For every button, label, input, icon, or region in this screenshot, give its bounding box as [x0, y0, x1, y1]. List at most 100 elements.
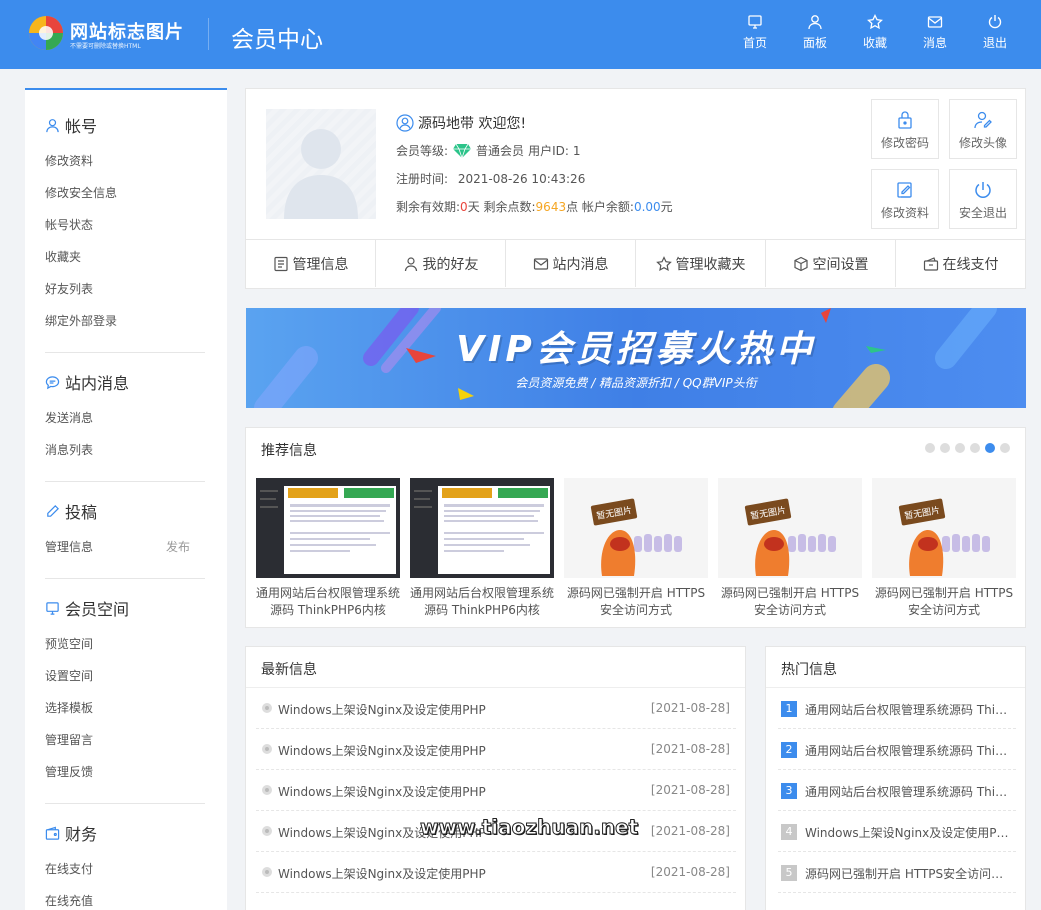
- tab-label: 管理信息: [292, 256, 349, 273]
- recommend-caption[interactable]: 通用网站后台权限管理系统源码 ThinkPHP6内核: [256, 585, 400, 619]
- nav-logout-label: 退出: [982, 36, 1007, 50]
- no-image-thumbnail[interactable]: 暂无图片: [564, 478, 708, 578]
- tab-label: 站内消息: [552, 256, 609, 273]
- sidebar-item-send-message[interactable]: 发送消息: [45, 409, 93, 426]
- sidebar-item-online-pay[interactable]: 在线支付: [45, 860, 93, 877]
- nav-messages-label: 消息: [922, 36, 947, 50]
- recommend-item[interactable]: 暂无图片 源码网已强制开启 HTTPS安全访问方式: [718, 478, 862, 619]
- hot-row-title[interactable]: Windows上架设Nginx及设定使用PHP: [805, 824, 1011, 841]
- latest-row[interactable]: Windows上架设Nginx及设定使用PHP [2021-08-28]: [256, 729, 736, 770]
- latest-row[interactable]: Windows上架设Nginx及设定使用PHP [2021-08-28]: [256, 688, 736, 729]
- no-image-thumbnail[interactable]: 暂无图片: [872, 478, 1016, 578]
- uid-label: 用户ID:: [528, 144, 569, 158]
- rank-badge: 1: [781, 701, 797, 717]
- sidebar-item-security-info[interactable]: 修改安全信息: [45, 184, 117, 201]
- sidebar-heading-space: 会员空间: [45, 597, 205, 619]
- sidebar-publish-link[interactable]: 发布: [166, 538, 190, 555]
- nav-messages[interactable]: 消息: [910, 14, 960, 51]
- register-time: 2021-08-26 10:43:26: [457, 172, 586, 186]
- sidebar-item-manage-comments[interactable]: 管理留言: [45, 731, 93, 748]
- recommend-item[interactable]: 通用网站后台权限管理系统源码 ThinkPHP6内核: [256, 478, 400, 619]
- hot-row-title[interactable]: 通用网站后台权限管理系统源码 ThinkPHP6内核: [805, 783, 1011, 800]
- nav-panel[interactable]: 面板: [790, 14, 840, 51]
- carousel-dot[interactable]: [925, 443, 935, 453]
- power-icon: [975, 182, 991, 198]
- latest-row-title[interactable]: Windows上架设Nginx及设定使用PHP: [278, 783, 486, 800]
- site-logo-icon[interactable]: [28, 15, 64, 51]
- sidebar-item-account-status[interactable]: 帐号状态: [45, 216, 93, 233]
- hot-row[interactable]: 5 源码网已强制开启 HTTPS安全访问方式: [778, 852, 1016, 893]
- sidebar-item-manage-info[interactable]: 管理信息: [45, 538, 93, 555]
- nav-home[interactable]: 首页: [730, 14, 780, 51]
- sidebar-divider: [45, 481, 205, 482]
- recommend-caption[interactable]: 源码网已强制开启 HTTPS安全访问方式: [718, 585, 862, 619]
- sidebar-item-preview-space[interactable]: 预览空间: [45, 635, 93, 652]
- hot-row[interactable]: 2 通用网站后台权限管理系统源码 ThinkPHP6内核: [778, 729, 1016, 770]
- carousel-dot[interactable]: [955, 443, 965, 453]
- tab-manage-info[interactable]: 管理信息: [246, 240, 376, 287]
- hot-row-title[interactable]: 通用网站后台权限管理系统源码 ThinkPHP6内核: [805, 742, 1011, 759]
- tab-manage-favorites[interactable]: 管理收藏夹: [636, 240, 766, 287]
- sidebar-item-recharge[interactable]: 在线充值: [45, 892, 93, 909]
- sidebar-item-set-space[interactable]: 设置空间: [45, 667, 93, 684]
- sidebar-item-favorites[interactable]: 收藏夹: [45, 248, 81, 265]
- recommend-caption[interactable]: 源码网已强制开启 HTTPS安全访问方式: [872, 585, 1016, 619]
- latest-row[interactable]: Windows上架设Nginx及设定使用PHP [2021-08-28]: [256, 852, 736, 893]
- tab-label: 在线支付: [942, 256, 999, 273]
- recommend-caption[interactable]: 通用网站后台权限管理系统源码 ThinkPHP6内核: [410, 585, 554, 619]
- recommend-item[interactable]: 暂无图片 源码网已强制开启 HTTPS安全访问方式: [872, 478, 1016, 619]
- edit-profile-button[interactable]: 修改资料: [871, 169, 939, 229]
- avatar[interactable]: [266, 109, 376, 219]
- sidebar-group-messages: 站内消息: [45, 371, 205, 393]
- latest-row-title[interactable]: Windows上架设Nginx及设定使用PHP: [278, 701, 486, 718]
- pen-icon: [47, 504, 59, 517]
- hot-row[interactable]: 1 通用网站后台权限管理系统源码 ThinkPHP6内核: [778, 688, 1016, 729]
- latest-row[interactable]: Windows上架设Nginx及设定使用PHP [2021-08-28]: [256, 770, 736, 811]
- hot-title: 热门信息: [781, 662, 837, 678]
- welcome-text: 源码地带 欢迎您!: [418, 116, 527, 132]
- points-value: 9643: [535, 200, 567, 214]
- vip-banner[interactable]: VIP会员招募火热中 会员资源免费 / 精品资源折扣 / QQ群VIP头衔: [246, 308, 1026, 408]
- carousel-dot[interactable]: [940, 443, 950, 453]
- sidebar-item-friends[interactable]: 好友列表: [45, 280, 93, 297]
- sidebar-item-manage-feedback[interactable]: 管理反馈: [45, 763, 93, 780]
- hot-row[interactable]: 4 Windows上架设Nginx及设定使用PHP: [778, 811, 1016, 852]
- days-label: 剩余有效期:: [396, 200, 461, 214]
- recommend-item[interactable]: 通用网站后台权限管理系统源码 ThinkPHP6内核: [410, 478, 554, 619]
- safe-logout-button[interactable]: 安全退出: [949, 169, 1017, 229]
- admin-screenshot-thumbnail[interactable]: [410, 478, 554, 578]
- recommend-caption[interactable]: 源码网已强制开启 HTTPS安全访问方式: [564, 585, 708, 619]
- change-password-button[interactable]: 修改密码: [871, 99, 939, 159]
- sidebar: 帐号 修改资料 修改安全信息 帐号状态 收藏夹 好友列表 绑定外部登录 站内消息…: [25, 88, 227, 910]
- carousel-dot[interactable]: [970, 443, 980, 453]
- bullet-icon: [262, 785, 272, 795]
- sidebar-item-edit-profile[interactable]: 修改资料: [45, 152, 93, 169]
- level-value: 普通会员: [476, 144, 525, 158]
- nav-logout[interactable]: 退出: [970, 14, 1020, 51]
- recommend-item[interactable]: 暂无图片 源码网已强制开启 HTTPS安全访问方式: [564, 478, 708, 619]
- latest-row-title[interactable]: Windows上架设Nginx及设定使用PHP: [278, 865, 486, 882]
- sidebar-item-bind-login[interactable]: 绑定外部登录: [45, 312, 117, 329]
- hot-row-title[interactable]: 源码网已强制开启 HTTPS安全访问方式: [805, 865, 1011, 882]
- change-avatar-button[interactable]: 修改头像: [949, 99, 1017, 159]
- sidebar-heading-account: 帐号: [45, 114, 205, 136]
- register-label: 注册时间:: [396, 172, 449, 186]
- admin-screenshot-thumbnail[interactable]: [256, 478, 400, 578]
- carousel-dot-active[interactable]: [985, 443, 995, 453]
- points-label: 天 剩余点数:: [467, 200, 536, 214]
- cube-icon: [793, 256, 808, 271]
- tab-online-payment[interactable]: 在线支付: [896, 240, 1025, 287]
- sidebar-divider: [45, 803, 205, 804]
- hot-row[interactable]: 3 通用网站后台权限管理系统源码 ThinkPHP6内核: [778, 770, 1016, 811]
- sidebar-item-message-list[interactable]: 消息列表: [45, 441, 93, 458]
- nav-favorites[interactable]: 收藏: [850, 14, 900, 51]
- monitor-icon: [46, 601, 59, 615]
- tab-site-messages[interactable]: 站内消息: [506, 240, 636, 287]
- latest-row-title[interactable]: Windows上架设Nginx及设定使用PHP: [278, 742, 486, 759]
- carousel-dot[interactable]: [1000, 443, 1010, 453]
- tab-my-friends[interactable]: 我的好友: [376, 240, 506, 287]
- no-image-thumbnail[interactable]: 暂无图片: [718, 478, 862, 578]
- hot-row-title[interactable]: 通用网站后台权限管理系统源码 ThinkPHP6内核: [805, 701, 1011, 718]
- sidebar-item-choose-template[interactable]: 选择模板: [45, 699, 93, 716]
- tab-space-settings[interactable]: 空间设置: [766, 240, 896, 287]
